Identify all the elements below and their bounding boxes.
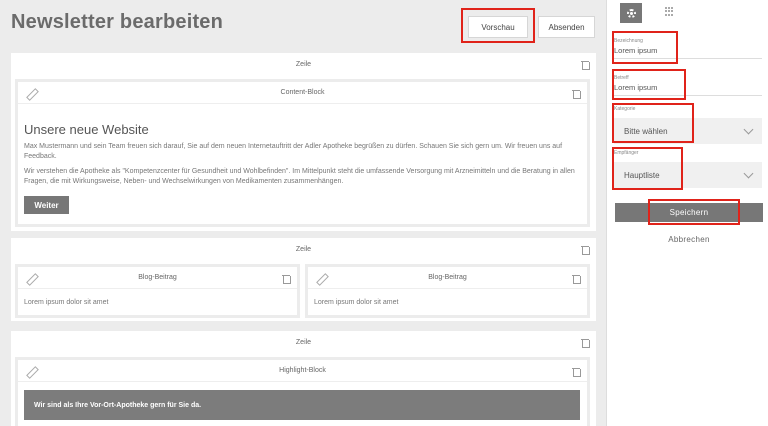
blog-block: Blog-Beitrag Lorem ipsum dolor sit amet [15,264,300,318]
field-value[interactable]: Lorem ipsum [614,46,762,55]
content-block: Content-Block Unsere neue Website Max Mu… [15,79,590,227]
grid-icon[interactable] [665,7,674,16]
trash-icon[interactable] [572,367,581,377]
content-heading: Unsere neue Website [24,122,149,137]
field-label: Betreff [614,75,629,81]
trash-icon[interactable] [572,274,581,284]
block-label: Highlight-Block [18,360,587,382]
trash-icon[interactable] [572,89,581,99]
field-label: Bezeichnung [614,38,643,44]
blog-block: Blog-Beitrag Lorem ipsum dolor sit amet [305,264,590,318]
blog-text: Lorem ipsum dolor sit amet [24,299,109,306]
field-value[interactable]: Lorem ipsum [614,83,762,92]
field-label: Empfänger [614,150,639,156]
kategorie-label-wrap: Kategorie [614,106,762,114]
save-button[interactable]: Speichern [615,203,763,222]
empfaenger-select[interactable]: Hauptliste [614,162,762,188]
trash-icon[interactable] [581,245,590,255]
gear-icon [626,8,636,18]
pencil-icon[interactable] [27,274,36,283]
empfaenger-label-wrap: Empfänger [614,150,762,158]
select-value: Hauptliste [624,170,660,180]
row-label: Zeile [295,245,312,253]
block-label: Content-Block [18,82,587,104]
row-1: Zeile Content-Block Unsere neue Website … [11,53,596,231]
field-label: Kategorie [614,106,636,112]
kategorie-select[interactable]: Bitte wählen [614,118,762,144]
row-2: Zeile Blog-Beitrag Lorem ipsum dolor sit… [11,238,596,321]
blog-text: Lorem ipsum dolor sit amet [314,299,399,306]
pencil-icon[interactable] [317,274,326,283]
content-paragraph: Wir verstehen die Apotheke als "Kompeten… [24,168,575,185]
block-label: Blog-Beitrag [308,267,587,289]
chevron-down-icon [743,168,754,179]
page-title: Newsletter bearbeiten [11,11,224,33]
pencil-icon[interactable] [27,89,36,98]
trash-icon[interactable] [581,60,590,70]
field-underline [614,58,762,59]
row-label: Zeile [295,60,312,68]
block-label: Blog-Beitrag [18,267,297,289]
preview-button[interactable]: Vorschau [468,16,528,38]
pencil-icon[interactable] [27,367,36,376]
row-label: Zeile [295,338,312,346]
highlight-text: Wir sind als Ihre Vor-Ort-Apotheke gern … [24,390,580,420]
weiter-button[interactable]: Weiter [24,196,69,214]
select-value: Bitte wählen [624,126,668,136]
cancel-button[interactable]: Abbrechen [615,233,763,245]
trash-icon[interactable] [282,274,291,284]
row-3: Zeile Highlight-Block Wir sind als Ihre … [11,331,596,426]
content-paragraph: Max Mustermann und sein Team freuen sich… [24,143,563,160]
chevron-down-icon [743,124,754,135]
editor-area: Newsletter bearbeiten Vorschau Absenden … [0,0,606,426]
betreff-field[interactable]: Betreff Lorem ipsum [614,75,762,96]
send-button[interactable]: Absenden [538,16,595,38]
tab-settings[interactable] [620,3,642,23]
bezeichnung-field[interactable]: Bezeichnung Lorem ipsum [614,38,762,59]
field-underline [614,95,762,96]
highlight-block: Highlight-Block Wir sind als Ihre Vor-Or… [15,357,590,426]
trash-icon[interactable] [581,338,590,348]
